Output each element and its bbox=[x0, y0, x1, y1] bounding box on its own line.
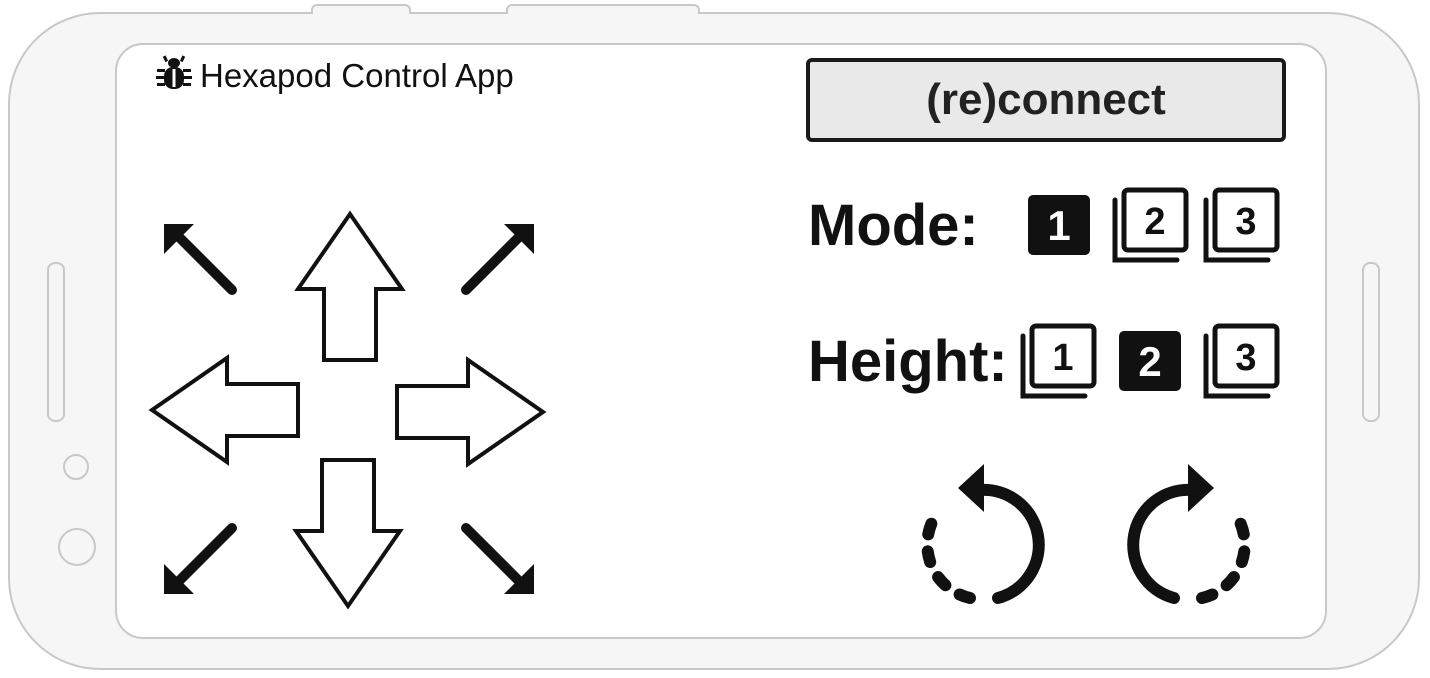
phone-top-button bbox=[506, 4, 700, 14]
height-option-1[interactable]: 1 bbox=[1019, 322, 1099, 407]
app-header: Hexapod Control App bbox=[156, 54, 514, 98]
phone-camera bbox=[63, 454, 89, 480]
arrow-up-left-icon[interactable] bbox=[158, 218, 242, 307]
height-option-2[interactable]: 2 bbox=[1117, 329, 1183, 398]
phone-side-button bbox=[47, 262, 65, 422]
arrow-up-icon[interactable] bbox=[292, 210, 408, 369]
phone-top-button bbox=[311, 4, 411, 14]
arrow-right-icon[interactable] bbox=[393, 354, 547, 475]
app-title: Hexapod Control App bbox=[200, 57, 514, 94]
arrow-down-icon[interactable] bbox=[290, 456, 406, 615]
height-option-3-label: 3 bbox=[1235, 337, 1256, 379]
phone-home-button bbox=[58, 528, 96, 566]
mode-option-3[interactable]: 3 bbox=[1202, 186, 1282, 271]
bug-icon bbox=[156, 54, 192, 98]
phone-side-button bbox=[1362, 262, 1380, 422]
mode-option-1-label: 1 bbox=[1047, 202, 1070, 249]
mode-option-2[interactable]: 2 bbox=[1111, 186, 1191, 271]
mode-option-1[interactable]: 1 bbox=[1026, 193, 1092, 262]
mode-option-3-label: 3 bbox=[1235, 201, 1256, 243]
reconnect-button[interactable]: (re)connect bbox=[806, 58, 1286, 142]
mode-option-2-label: 2 bbox=[1144, 201, 1165, 243]
rotate-right-icon[interactable] bbox=[1112, 458, 1258, 613]
arrow-down-right-icon[interactable] bbox=[456, 518, 540, 607]
height-option-1-label: 1 bbox=[1052, 337, 1073, 379]
height-label: Height: bbox=[808, 329, 1008, 394]
arrow-up-right-icon[interactable] bbox=[456, 218, 540, 307]
arrow-left-icon[interactable] bbox=[148, 352, 302, 473]
mode-label: Mode: bbox=[808, 193, 979, 258]
rotate-left-icon[interactable] bbox=[914, 458, 1060, 613]
height-option-3[interactable]: 3 bbox=[1202, 322, 1282, 407]
arrow-down-left-icon[interactable] bbox=[158, 518, 242, 607]
height-option-2-label: 2 bbox=[1138, 338, 1161, 385]
